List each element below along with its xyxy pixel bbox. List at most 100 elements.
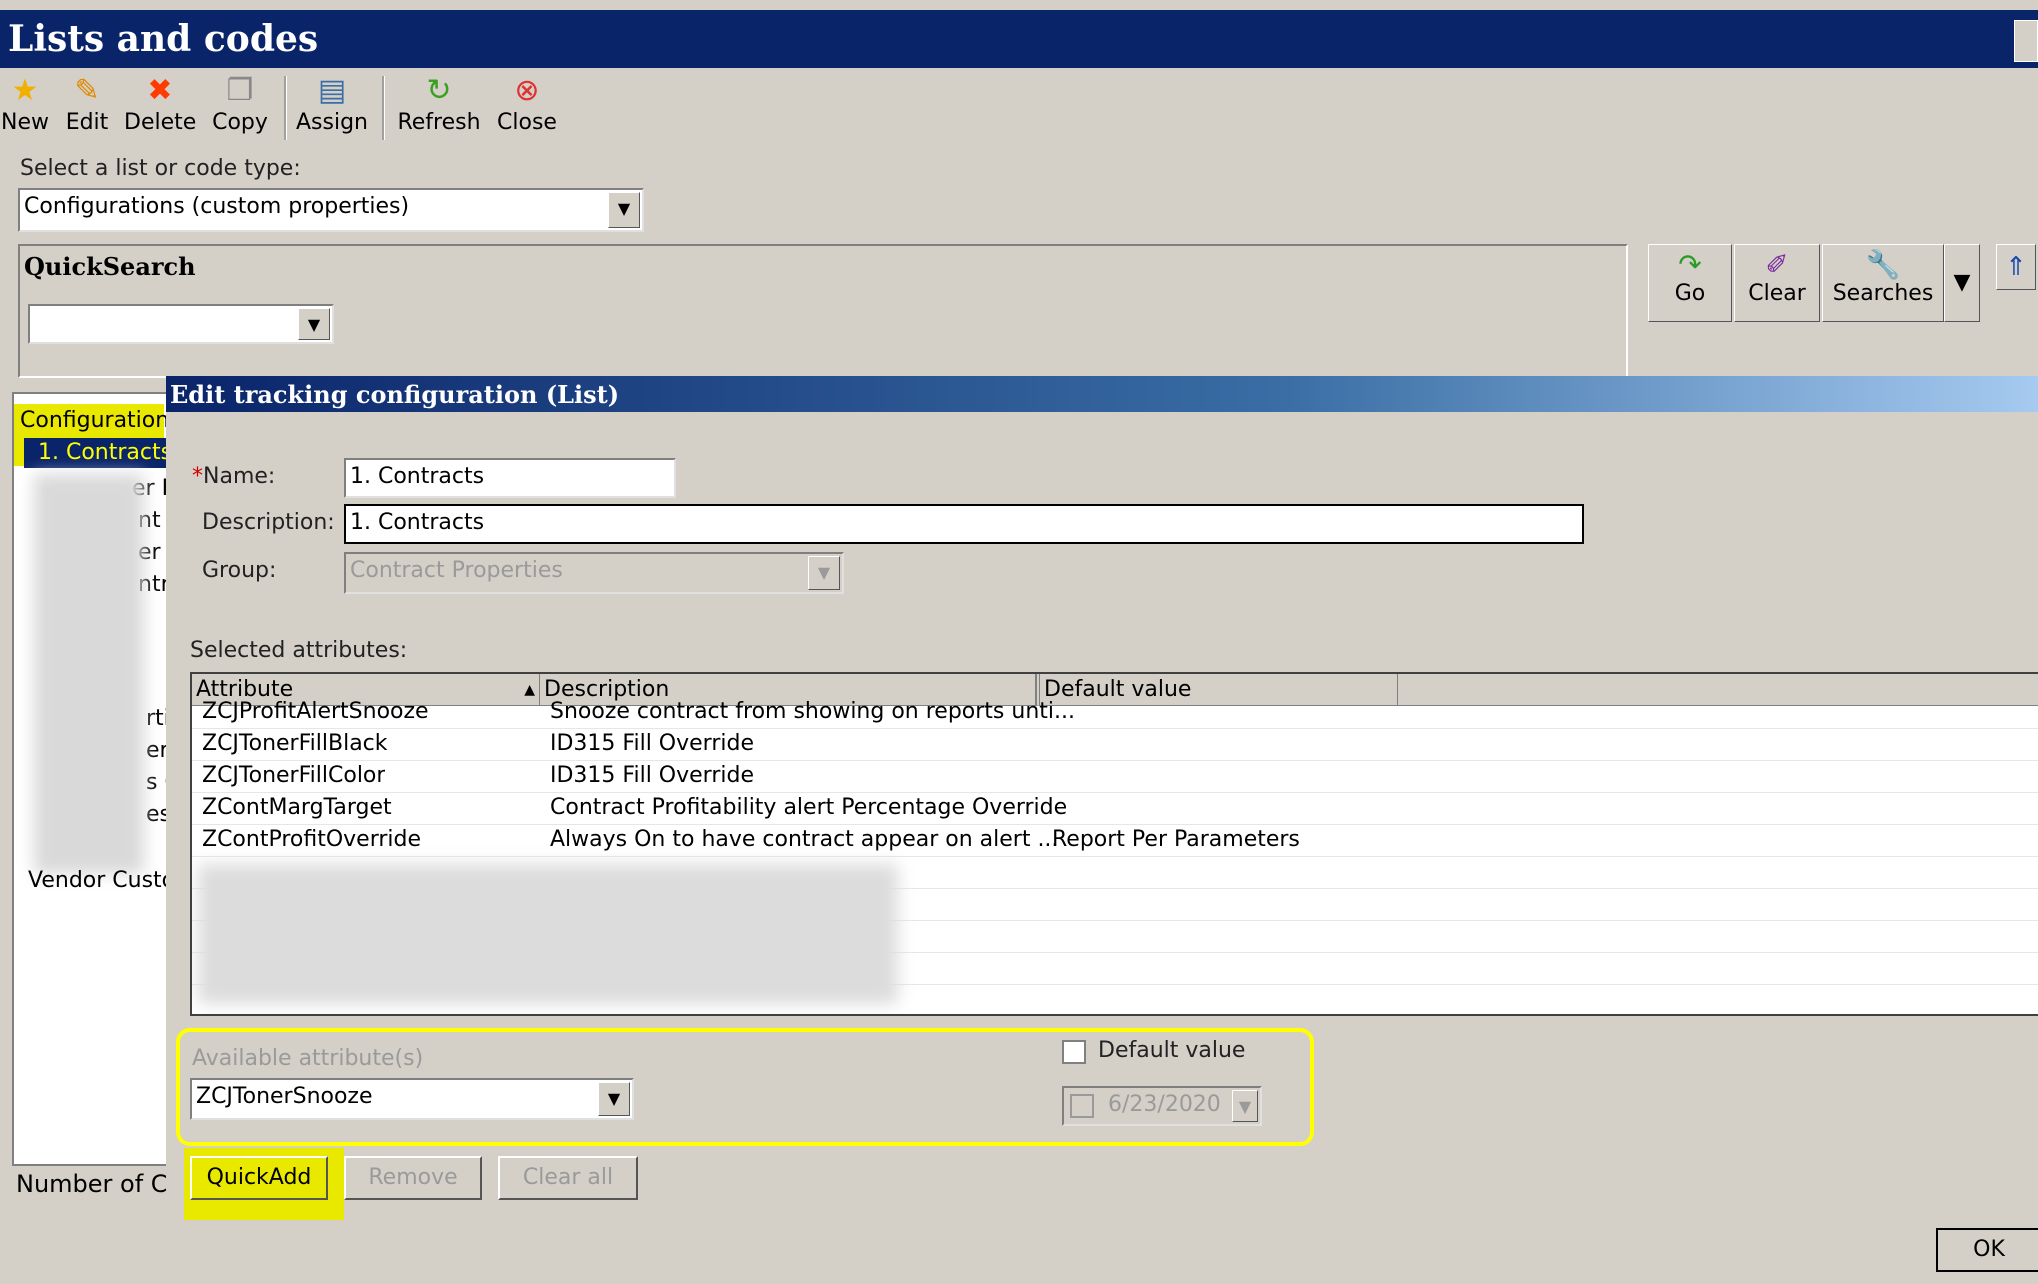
new-label: New <box>1 110 49 135</box>
star-icon: ★ <box>11 73 39 108</box>
available-attributes-select[interactable]: ZCJTonerSnooze ▼ <box>190 1078 634 1120</box>
go-label: Go <box>1674 281 1706 306</box>
assign-label: Assign <box>296 110 368 135</box>
list-item[interactable]: Vendor Custo <box>28 868 175 893</box>
table-row[interactable]: ZCJProfitAlertSnooze Snooze contract fro… <box>192 696 2038 729</box>
refresh-icon: ↻ <box>426 73 452 108</box>
edit-label: Edit <box>65 110 109 135</box>
refresh-button[interactable]: ↻ Refresh <box>394 72 484 144</box>
list-item-selected[interactable]: 1. Contracts <box>24 438 172 468</box>
caret-down-icon: ▼ <box>1953 270 1971 295</box>
dialog-title-bar: Edit tracking configuration (List) <box>166 376 2038 412</box>
list-type-value: Configurations (custom properties) <box>24 194 410 219</box>
new-button[interactable]: ★ New <box>0 72 50 144</box>
table-row[interactable]: ZCJTonerFillBlack ID315 Fill Override <box>192 728 2038 761</box>
list-header-configuration: Configuration <box>20 408 170 433</box>
cell-attribute: ZContMargTarget <box>202 795 392 820</box>
toolbar: ★ New ✎ Edit ✖ Delete ❐ Copy ▤ Assign ↻ … <box>0 68 2038 148</box>
table-row[interactable]: ZContProfitOverride Always On to have co… <box>192 824 2038 857</box>
close-circle-icon: ⊗ <box>514 73 540 108</box>
chevron-down-icon[interactable]: ▼ <box>298 308 330 340</box>
wrench-icon: 🔧 <box>1865 248 1901 281</box>
copy-label: Copy <box>212 110 268 135</box>
default-date-value: 6/23/2020 <box>1108 1092 1221 1117</box>
quicksearch-label: QuickSearch <box>24 252 196 281</box>
left-list-panel: Configuration 1. Contracts er F nt er C … <box>12 392 187 1166</box>
group-value: Contract Properties <box>350 558 563 583</box>
description-field[interactable]: 1. Contracts <box>344 504 1584 544</box>
toolbar-separator <box>284 76 287 140</box>
clear-all-button[interactable]: Clear all <box>498 1156 638 1200</box>
quickadd-button[interactable]: QuickAdd <box>190 1156 328 1200</box>
list-item-label: 1. Contracts <box>38 440 173 465</box>
close-label: Close <box>497 110 557 135</box>
selected-attributes-label: Selected attributes: <box>190 638 408 663</box>
delete-x-icon: ✖ <box>147 73 173 108</box>
searches-label: Searches <box>1832 281 1934 306</box>
list-type-select[interactable]: Configurations (custom properties) ▼ <box>18 188 644 232</box>
date-checkbox[interactable] <box>1070 1094 1094 1118</box>
toolbar-separator <box>382 76 385 140</box>
available-attributes-value: ZCJTonerSnooze <box>196 1084 373 1109</box>
chevron-down-icon[interactable]: ▼ <box>608 192 640 228</box>
table-row[interactable]: ZCJTonerFillColor ID315 Fill Override <box>192 760 2038 793</box>
double-chevron-up-icon: ⇑ <box>2005 252 2027 282</box>
chevron-down-icon[interactable]: ▼ <box>808 556 840 590</box>
delete-label: Delete <box>124 110 197 135</box>
eraser-icon: ✐ <box>1765 248 1789 281</box>
window-close-button[interactable] <box>2014 20 2038 62</box>
clear-label: Clear <box>1748 281 1806 306</box>
refresh-label: Refresh <box>397 110 481 135</box>
delete-button[interactable]: ✖ Delete <box>124 72 196 144</box>
cell-default: Report Per Parameters <box>1052 827 1300 852</box>
description-label: Description: <box>202 510 335 535</box>
cell-attribute: ZCJProfitAlertSnooze <box>202 699 429 724</box>
cell-description: Contract Profitability alert Percentage … <box>550 795 1068 820</box>
edit-button[interactable]: ✎ Edit <box>62 72 112 144</box>
cell-description: ID315 Fill Override <box>550 763 754 788</box>
edit-configuration-dialog: Edit tracking configuration (List) *Name… <box>166 376 2038 1284</box>
clear-button[interactable]: ✐ Clear <box>1734 244 1820 322</box>
remove-label: Remove <box>368 1165 458 1190</box>
copy-button[interactable]: ❐ Copy <box>210 72 270 144</box>
go-arrow-icon: ↷ <box>1678 248 1702 281</box>
searches-dropdown-button[interactable]: ▼ <box>1944 244 1980 322</box>
table-row[interactable]: ZContMargTarget Contract Profitability a… <box>192 792 2038 825</box>
record-count-label: Number of C <box>16 1170 168 1198</box>
window-title: Lists and codes <box>8 18 319 60</box>
pencil-icon: ✎ <box>74 73 100 108</box>
group-label: Group: <box>202 558 277 583</box>
list-type-label: Select a list or code type: <box>20 156 301 181</box>
clear-all-label: Clear all <box>522 1165 614 1190</box>
description-value: 1. Contracts <box>350 510 485 535</box>
selected-attributes-grid: Attribute ▲ Description Default value ZC… <box>190 672 2038 1016</box>
cell-attribute: ZContProfitOverride <box>202 827 422 852</box>
name-value: 1. Contracts <box>350 464 485 489</box>
quickadd-label: QuickAdd <box>206 1165 312 1190</box>
calendar-dropdown-icon[interactable]: ▼ <box>1232 1090 1258 1122</box>
searches-button[interactable]: 🔧 Searches <box>1822 244 1944 322</box>
collapse-button[interactable]: ⇑ <box>1996 244 2036 290</box>
name-field[interactable]: 1. Contracts <box>344 458 676 498</box>
name-label: *Name: <box>192 464 276 489</box>
title-bar: Lists and codes <box>0 10 2038 68</box>
dialog-title: Edit tracking configuration (List) <box>170 380 620 409</box>
go-button[interactable]: ↷ Go <box>1648 244 1732 322</box>
default-value-checkbox[interactable] <box>1062 1040 1086 1064</box>
copy-icon: ❐ <box>226 73 254 108</box>
assign-icon: ▤ <box>317 73 347 108</box>
cell-attribute: ZCJTonerFillBlack <box>202 731 388 756</box>
remove-button[interactable]: Remove <box>344 1156 482 1200</box>
blurred-region <box>34 474 144 874</box>
cell-description: Always On to have contract appear on ale… <box>550 827 1059 852</box>
quicksearch-input[interactable]: ▼ <box>28 304 334 344</box>
default-date-picker[interactable]: 6/23/2020 ▼ <box>1062 1086 1262 1126</box>
close-button[interactable]: ⊗ Close <box>496 72 558 144</box>
group-select[interactable]: Contract Properties ▼ <box>344 552 844 594</box>
chevron-down-icon[interactable]: ▼ <box>598 1082 630 1116</box>
default-value-label: Default value <box>1098 1038 1246 1063</box>
available-attributes-label: Available attribute(s) <box>192 1046 424 1071</box>
assign-button[interactable]: ▤ Assign <box>296 72 368 144</box>
ok-button[interactable]: OK <box>1936 1228 2038 1272</box>
cell-description: Snooze contract from showing on reports … <box>550 699 1075 724</box>
